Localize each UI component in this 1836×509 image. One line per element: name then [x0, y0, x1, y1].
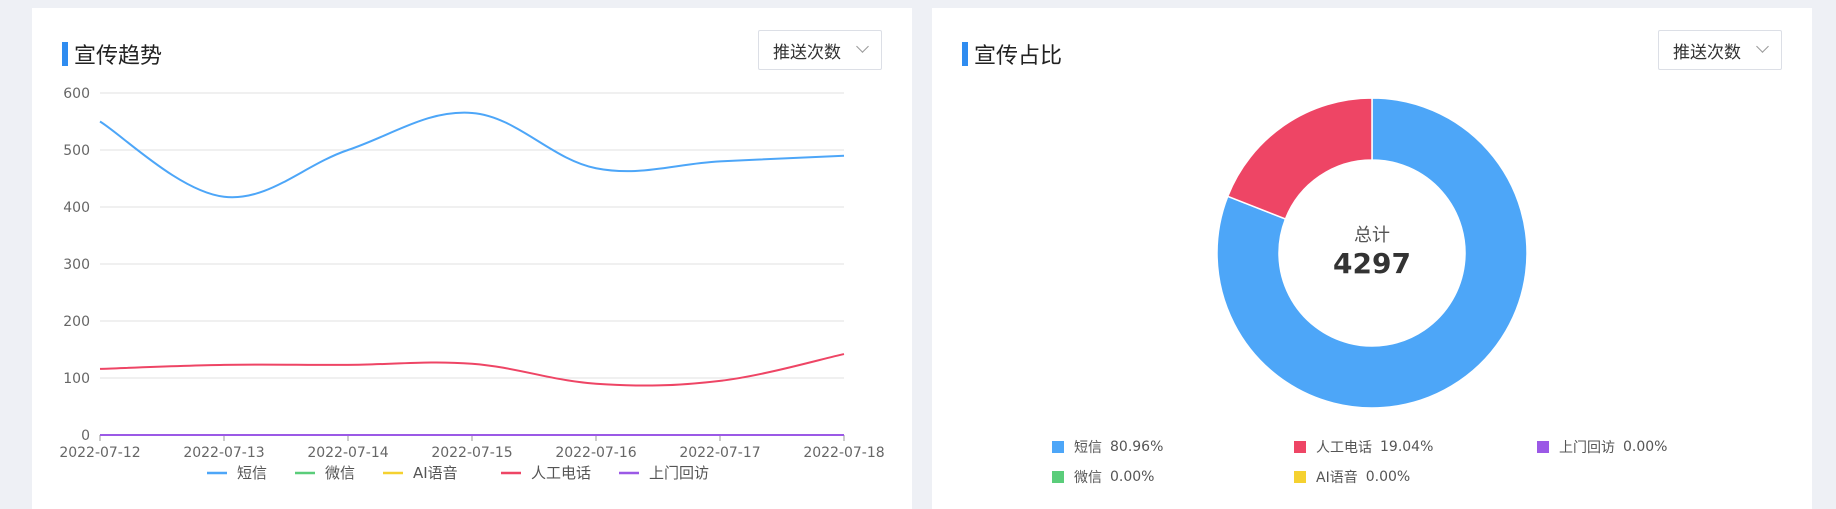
trend-card: 宣传趋势 推送次数 0 100 200 300 400 500 600 2022-07-12 2… — [32, 8, 912, 509]
legend-swatch — [1294, 441, 1306, 453]
x-tick-label: 2022-07-16 — [555, 445, 636, 461]
legend-label[interactable]: 上门回访 — [649, 464, 709, 482]
x-tick-label: 2022-07-12 — [59, 445, 140, 461]
legend-swatch — [1052, 471, 1064, 483]
donut-center-label: 总计 — [1354, 225, 1390, 246]
y-tick-label: 0 — [81, 428, 90, 444]
donut-legend-item[interactable]: AI语音 0.00% — [1294, 467, 1410, 487]
legend-percent: 0.00% — [1623, 439, 1668, 455]
donut-legend-item[interactable]: 微信 0.00% — [1052, 467, 1154, 487]
y-tick-label: 500 — [63, 143, 90, 159]
donut-legend-item[interactable]: 短信 80.96% — [1052, 437, 1163, 457]
y-tick-label: 400 — [63, 200, 90, 216]
y-tick-label: 300 — [63, 257, 90, 273]
legend-label: 微信 — [1074, 470, 1102, 486]
legend-label: 人工电话 — [1316, 440, 1372, 456]
y-tick-label: 100 — [63, 371, 90, 387]
legend-label: 上门回访 — [1559, 440, 1615, 456]
donut-legend-item[interactable]: 人工电话 19.04% — [1294, 437, 1433, 457]
x-tick-label: 2022-07-14 — [307, 445, 388, 461]
legend-swatch — [1052, 441, 1064, 453]
x-tick-label: 2022-07-17 — [679, 445, 760, 461]
donut-legend-item[interactable]: 上门回访 0.00% — [1537, 437, 1667, 457]
legend-swatch — [1537, 441, 1549, 453]
legend-percent: 0.00% — [1110, 469, 1155, 485]
x-tick-label: 2022-07-13 — [183, 445, 264, 461]
x-tick-label: 2022-07-15 — [431, 445, 512, 461]
legend-label[interactable]: AI语音 — [413, 464, 458, 482]
trend-line-chart: 0 100 200 300 400 500 600 2022-07-12 2022-07-13 2… — [59, 86, 884, 482]
legend-label: AI语音 — [1316, 470, 1358, 486]
series-line-短信 — [99, 111, 845, 199]
legend-percent: 19.04% — [1380, 439, 1434, 455]
share-donut-chart: 总计4297 — [1216, 97, 1528, 408]
legend-label: 短信 — [1074, 440, 1102, 456]
legend-percent: 0.00% — [1365, 469, 1411, 485]
series-line-人工电话 — [99, 353, 845, 387]
donut-center-total: 4297 — [1333, 247, 1411, 280]
legend-label[interactable]: 人工电话 — [531, 464, 591, 482]
donut-slice-人工电话[interactable] — [1226, 97, 1373, 220]
share-card: 宣传占比 推送次数 总计 4297 短信 80.96% 人工电话 19.04% 上门回访 0… — [932, 8, 1812, 509]
y-tick-label: 600 — [63, 86, 90, 102]
x-tick-label: 2022-07-18 — [803, 445, 884, 461]
legend-label[interactable]: 微信 — [325, 464, 355, 482]
y-tick-label: 200 — [63, 314, 90, 330]
legend-swatch — [1294, 471, 1306, 483]
legend-percent: 80.96% — [1110, 439, 1164, 455]
legend-label[interactable]: 短信 — [237, 464, 267, 482]
